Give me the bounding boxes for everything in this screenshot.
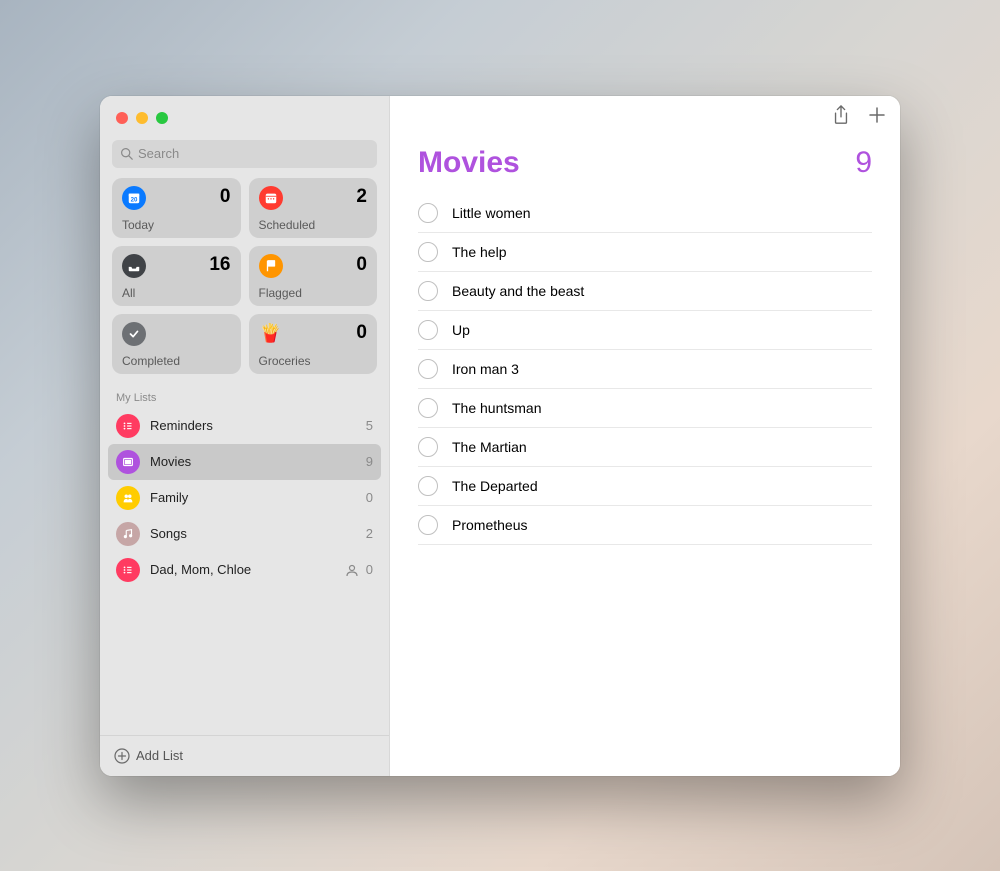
close-button[interactable] [116, 112, 128, 124]
reminder-row[interactable]: The Martian [418, 428, 872, 467]
sidebar-item-movies[interactable]: Movies9 [108, 444, 381, 480]
reminder-title: The Martian [452, 439, 527, 455]
list-count: 5 [366, 418, 373, 433]
app-window: 20 0 Today 2 Scheduled [100, 96, 900, 776]
calendar-today-icon: 20 [122, 186, 146, 210]
smart-list-label: Today [122, 218, 231, 232]
search-icon [120, 147, 133, 160]
sidebar-item-shared1[interactable]: Dad, Mom, Chloe 0 [108, 552, 381, 588]
complete-checkbox[interactable] [418, 515, 438, 535]
complete-checkbox[interactable] [418, 281, 438, 301]
list-label: Reminders [150, 418, 366, 433]
complete-checkbox[interactable] [418, 320, 438, 340]
reminder-list: Little women The help Beauty and the beast… [390, 194, 900, 545]
search-input[interactable] [138, 146, 369, 161]
list-icon [116, 450, 140, 474]
reminder-title: The Departed [452, 478, 538, 494]
list-label: Movies [150, 454, 366, 469]
smart-list-label: All [122, 286, 231, 300]
smart-list-scheduled[interactable]: 2 Scheduled [249, 178, 378, 238]
list-total-count: 9 [855, 146, 872, 180]
smart-list-completed[interactable]: Completed [112, 314, 241, 374]
reminder-row[interactable]: The help [418, 233, 872, 272]
reminder-title: Up [452, 322, 470, 338]
minimize-button[interactable] [136, 112, 148, 124]
plus-circle-icon [114, 748, 130, 764]
window-controls [100, 96, 389, 124]
tray-icon [122, 254, 146, 278]
reminder-title: Prometheus [452, 517, 527, 533]
smart-list-label: Flagged [259, 286, 368, 300]
smart-list-count: 0 [356, 322, 367, 344]
list-title: Movies [418, 146, 520, 180]
main-pane: Movies 9 Little women The help Beauty and … [390, 96, 900, 776]
checkmark-icon [122, 322, 146, 346]
sidebar-item-reminders[interactable]: Reminders5 [108, 408, 381, 444]
list-count: 2 [366, 526, 373, 541]
smart-list-flagged[interactable]: 0 Flagged [249, 246, 378, 306]
sidebar-item-family[interactable]: Family0 [108, 480, 381, 516]
smart-list-count: 0 [356, 254, 367, 276]
reminder-row[interactable]: Iron man 3 [418, 350, 872, 389]
reminder-title: The help [452, 244, 506, 260]
list-count: 0 [366, 490, 373, 505]
reminder-title: Beauty and the beast [452, 283, 584, 299]
reminder-title: Iron man 3 [452, 361, 519, 377]
list-icon [116, 486, 140, 510]
search-box[interactable] [112, 140, 377, 168]
list-label: Family [150, 490, 366, 505]
add-list-button[interactable]: Add List [100, 735, 389, 776]
smart-list-all[interactable]: 16 All [112, 246, 241, 306]
my-lists-header: My Lists [100, 374, 389, 408]
fullscreen-button[interactable] [156, 112, 168, 124]
my-lists: Reminders5Movies9Family0Songs2Dad, Mom, … [100, 408, 389, 588]
reminder-row[interactable]: Prometheus [418, 506, 872, 545]
sidebar-item-songs[interactable]: Songs2 [108, 516, 381, 552]
calendar-icon [259, 186, 283, 210]
smart-list-label: Completed [122, 354, 231, 368]
list-count: 0 [366, 562, 373, 577]
complete-checkbox[interactable] [418, 398, 438, 418]
svg-text:20: 20 [131, 196, 138, 203]
list-count: 9 [366, 454, 373, 469]
add-list-label: Add List [136, 748, 183, 763]
reminder-row[interactable]: Beauty and the beast [418, 272, 872, 311]
flag-icon [259, 254, 283, 278]
reminder-row[interactable]: Little women [418, 194, 872, 233]
list-icon [116, 558, 140, 582]
reminder-row[interactable]: The Departed [418, 467, 872, 506]
smart-list-count: 2 [356, 186, 367, 208]
list-icon [116, 414, 140, 438]
reminder-title: Little women [452, 205, 531, 221]
reminder-row[interactable]: The huntsman [418, 389, 872, 428]
reminder-row[interactable]: Up [418, 311, 872, 350]
list-icon [116, 522, 140, 546]
toolbar [390, 96, 900, 140]
shared-icon [344, 562, 360, 578]
complete-checkbox[interactable] [418, 242, 438, 262]
plus-icon [868, 106, 886, 124]
groceries-icon: 🍟 [259, 322, 283, 346]
smart-list-today[interactable]: 20 0 Today [112, 178, 241, 238]
main-header: Movies 9 [390, 140, 900, 194]
share-icon [832, 105, 850, 125]
complete-checkbox[interactable] [418, 476, 438, 496]
list-label: Songs [150, 526, 366, 541]
smart-list-count: 0 [220, 186, 231, 208]
smart-list-count: 16 [209, 254, 230, 276]
add-reminder-button[interactable] [868, 106, 886, 129]
share-button[interactable] [832, 105, 850, 130]
sidebar: 20 0 Today 2 Scheduled [100, 96, 390, 776]
smart-lists: 20 0 Today 2 Scheduled [100, 178, 389, 374]
list-label: Dad, Mom, Chloe [150, 562, 344, 577]
complete-checkbox[interactable] [418, 437, 438, 457]
complete-checkbox[interactable] [418, 203, 438, 223]
complete-checkbox[interactable] [418, 359, 438, 379]
smart-list-label: Scheduled [259, 218, 368, 232]
smart-list-groceries[interactable]: 🍟 0 Groceries [249, 314, 378, 374]
reminder-title: The huntsman [452, 400, 542, 416]
smart-list-label: Groceries [259, 354, 368, 368]
